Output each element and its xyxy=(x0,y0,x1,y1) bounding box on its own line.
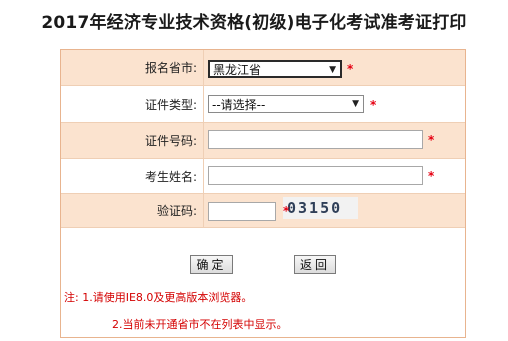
cert-type-label: 证件类型: xyxy=(61,86,204,122)
note-line-2: 2.当前未开通省市不在列表中显示。 xyxy=(112,318,288,331)
required-mark: * xyxy=(283,204,290,218)
note-line-1: 注: 1.请使用IE8.0及更高版本浏览器。 xyxy=(64,291,253,304)
cert-type-select-value: --请选择-- xyxy=(212,97,266,112)
captcha-label: 验证码: xyxy=(61,194,204,227)
back-button[interactable]: 返回 xyxy=(294,255,336,274)
cert-number-label: 证件号码: xyxy=(61,123,204,158)
captcha-text: 03150 xyxy=(287,199,343,217)
province-select-value: 黑龙江省 xyxy=(213,62,262,77)
required-mark: * xyxy=(428,169,435,183)
confirm-button[interactable]: 确定 xyxy=(190,255,233,274)
captcha-image[interactable]: 03150 xyxy=(283,197,358,219)
cert-number-input[interactable] xyxy=(208,130,423,149)
chevron-down-icon: ▼ xyxy=(352,99,359,109)
province-select[interactable]: 黑龙江省 ▼ xyxy=(208,60,342,78)
required-mark: * xyxy=(347,62,354,76)
page-title: 2017年经济专业技术资格(初级)电子化考试准考证打印 xyxy=(41,13,467,33)
name-input[interactable] xyxy=(208,166,423,185)
required-mark: * xyxy=(370,98,377,112)
cert-type-select[interactable]: --请选择-- ▼ xyxy=(208,95,364,113)
captcha-input[interactable] xyxy=(208,202,276,221)
province-label: 报名省市: xyxy=(61,50,204,85)
chevron-down-icon: ▼ xyxy=(329,65,336,75)
required-mark: * xyxy=(428,133,435,147)
name-label: 考生姓名: xyxy=(61,159,204,193)
